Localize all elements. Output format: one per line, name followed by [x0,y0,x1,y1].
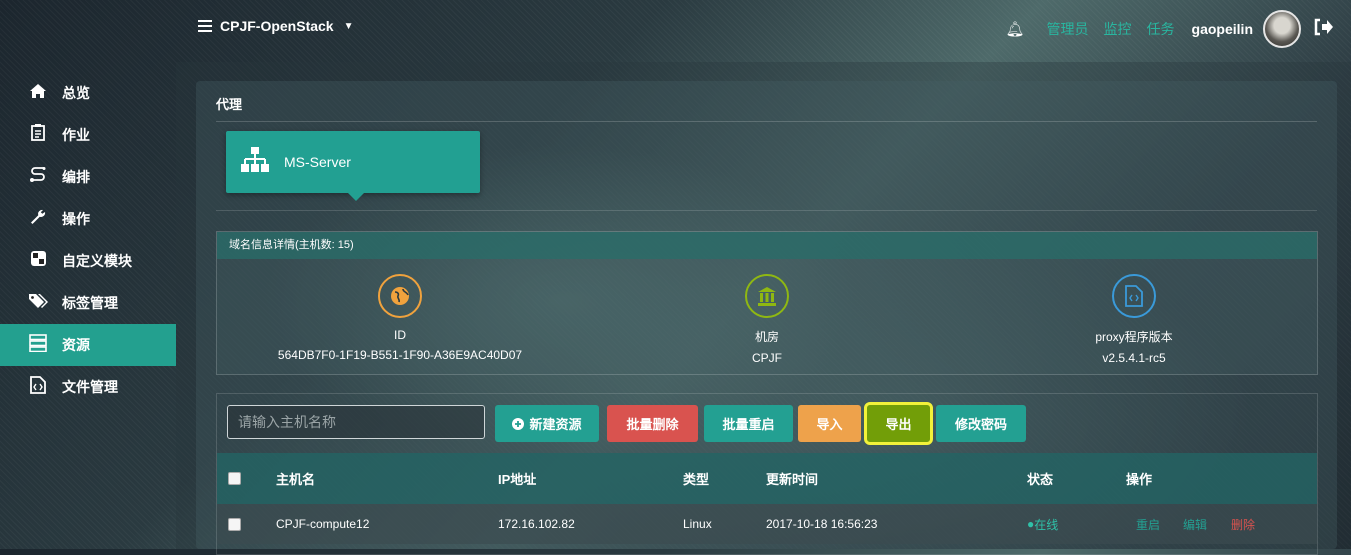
sidebar-item-label: 总览 [62,85,90,101]
sidebar-item-label: 标签管理 [62,295,118,311]
batch-restart-button[interactable]: 批量重启 [704,405,793,442]
updated-cell: 2017-10-18 16:56:23 [766,517,878,531]
sitemap-icon [240,146,270,178]
column-header[interactable]: IP地址 [498,453,536,504]
domain-info-header: 域名信息详情(主机数: 15) [217,232,1317,259]
plus-circle-icon [512,417,525,430]
info-value: v2.5.4.1-rc5 [1102,351,1166,365]
sidebar-item-label: 作业 [62,127,90,143]
wrench-icon [28,208,48,231]
change-password-button[interactable]: 修改密码 [936,405,1026,442]
globe-icon [378,274,422,318]
button-label: 批量重启 [722,417,775,432]
top-bar: CPJF-OpenStack ▼ 🔔︎ 管理员 监控 任务 gaopeilin [0,0,1351,58]
page-title: 代理 [216,97,243,112]
import-button[interactable]: 导入 [798,405,861,442]
button-label: 批量删除 [626,417,679,432]
info-label: ID [394,328,406,342]
row-checkbox[interactable] [228,517,241,531]
sidebar-item-tags[interactable]: 标签管理 [0,282,176,324]
project-name: CPJF-OpenStack [220,18,334,34]
bell-icon[interactable]: 🔔︎ [1006,20,1025,38]
ms-server-label: MS-Server [284,154,351,170]
button-label: 导入 [816,417,843,432]
column-header[interactable]: 状态 [1027,453,1053,504]
info-proxy-version: proxy程序版本 v2.5.4.1-rc5 [984,274,1284,365]
sidebar-item-label: 操作 [62,211,90,227]
server-icon [28,333,48,357]
proxy-panel: 代理 MS-Server 域名信息详情(主机数: 15) ID 564DB7F0… [196,81,1337,555]
status-text: 在线 [1034,517,1059,532]
username[interactable]: gaopeilin [1192,21,1253,37]
info-id: ID 564DB7F0-1F19-B551-1F90-A36E9AC40D07 [250,274,550,362]
ms-server-card[interactable]: MS-Server [226,131,480,201]
sidebar-item-label: 资源 [62,337,90,353]
table-header: 主机名 IP地址 类型 更新时间 状态 操作 [217,453,1317,504]
button-label: 导出 [885,417,912,432]
status-badge: ● 在线 [1027,504,1058,544]
monitor-link[interactable]: 监控 [1104,19,1132,39]
hostname-cell[interactable]: CPJF-compute12 [276,504,369,544]
sidebar-item-overview[interactable]: 总览 [0,72,176,114]
home-icon [28,83,48,104]
column-header: 操作 [1126,472,1153,487]
button-label: 修改密码 [954,417,1007,432]
list-icon [198,20,212,32]
info-value: CPJF [752,351,782,365]
file-code-icon [28,375,48,399]
project-switcher[interactable]: CPJF-OpenStack ▼ [198,18,354,34]
clipboard-icon [28,124,48,146]
search-input[interactable] [227,405,485,439]
table-row: CPJF-compute12 172.16.102.82 Linux 2017-… [217,504,1317,544]
logout-icon[interactable] [1313,18,1333,41]
route-icon [28,166,48,188]
module-icon [28,250,48,272]
tasks-link[interactable]: 任务 [1147,19,1175,39]
sidebar-item-label: 编排 [62,169,90,185]
sidebar-item-label: 自定义模块 [62,253,132,269]
domain-info-box: 域名信息详情(主机数: 15) ID 564DB7F0-1F19-B551-1F… [216,231,1318,375]
ip-cell: 172.16.102.82 [498,517,575,531]
avatar[interactable] [1263,10,1301,48]
status-dot-icon: ● [1027,517,1035,531]
sidebar-item-label: 文件管理 [62,379,118,395]
host-list-section: 新建资源 批量删除 批量重启 导入 导出 修改密码 主机名 IP地址 类型 更新… [216,393,1318,555]
sidebar-item-resources[interactable]: 资源 [0,324,176,366]
sidebar-item-custom-modules[interactable]: 自定义模块 [0,240,176,282]
type-cell: Linux [683,517,712,531]
sidebar-item-orchestration[interactable]: 编排 [0,156,176,198]
info-datacenter: 机房 CPJF [617,274,917,365]
delete-action[interactable]: 删除 [1231,504,1255,544]
info-label: 机房 [754,330,779,344]
sidebar-item-jobs[interactable]: 作业 [0,114,176,156]
divider [216,210,1317,211]
sidebar: 总览 作业 编排 操作 自定义模块 标签管理 资源 文件管理 [0,72,176,408]
bank-icon [745,274,789,318]
restart-action[interactable]: 重启 [1136,504,1160,544]
select-all-checkbox[interactable] [228,472,241,485]
admin-link[interactable]: 管理员 [1047,19,1089,39]
tags-icon [28,293,48,314]
file-code-icon [1112,274,1156,318]
column-header[interactable]: 类型 [683,453,709,504]
info-label: proxy程序版本 [1095,330,1173,344]
new-resource-button[interactable]: 新建资源 [495,405,599,442]
button-label: 新建资源 [529,417,582,432]
column-header[interactable]: 更新时间 [766,453,818,504]
sidebar-item-file-management[interactable]: 文件管理 [0,366,176,408]
divider [216,121,1317,122]
export-button[interactable]: 导出 [864,402,933,445]
sidebar-item-operations[interactable]: 操作 [0,198,176,240]
batch-delete-button[interactable]: 批量删除 [607,405,698,442]
info-value: 564DB7F0-1F19-B551-1F90-A36E9AC40D07 [277,348,523,362]
column-header[interactable]: 主机名 [276,453,315,504]
edit-action[interactable]: 编辑 [1183,504,1207,544]
caret-down-icon: ▼ [343,20,354,32]
